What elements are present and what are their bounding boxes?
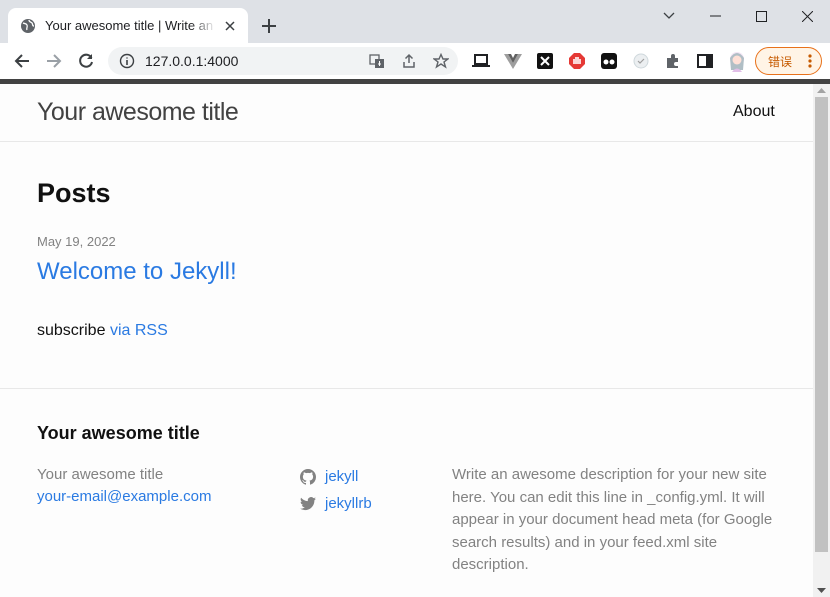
site-title[interactable]: Your awesome title <box>37 98 239 127</box>
adblock-icon[interactable] <box>568 52 586 70</box>
footer-contact: Your awesome title your-email@example.co… <box>37 464 211 508</box>
back-arrow-icon[interactable] <box>8 47 36 75</box>
star-icon[interactable] <box>433 53 449 69</box>
url-text: 127.0.0.1:4000 <box>145 53 239 69</box>
posts-heading: Posts <box>37 178 111 208</box>
social-list: jekyll jekyllrb <box>300 463 372 517</box>
info-icon[interactable] <box>119 53 135 69</box>
browser-toolbar: 127.0.0.1:4000 错误 <box>0 43 830 79</box>
error-button-label: 错误 <box>768 54 793 69</box>
forward-arrow-icon[interactable] <box>40 47 68 75</box>
minimize-icon[interactable] <box>692 0 738 32</box>
puzzle-icon[interactable] <box>664 52 682 70</box>
email-link[interactable]: your-email@example.com <box>37 486 211 508</box>
side-panel-icon[interactable] <box>696 52 714 70</box>
tab-strip: Your awesome title | Write an awesome de… <box>0 0 830 43</box>
tab-title: Your awesome title | Write an awesome de… <box>45 18 216 33</box>
scroll-down-icon[interactable] <box>817 588 826 593</box>
site-description: Write an awesome description for your ne… <box>452 466 773 573</box>
scrollbar-thumb[interactable] <box>815 97 828 552</box>
scroll-up-icon[interactable] <box>817 88 826 93</box>
footer-name: Your awesome title <box>37 466 164 483</box>
extension-x-icon[interactable] <box>536 52 554 70</box>
close-icon[interactable] <box>222 18 238 34</box>
rss-link[interactable]: via RSS <box>110 322 168 339</box>
reload-icon[interactable] <box>72 47 100 75</box>
site-footer: Your awesome title Your awesome title yo… <box>0 388 813 597</box>
twitter-link[interactable]: jekyllrb <box>325 495 372 512</box>
social-item-github[interactable]: jekyll <box>300 463 372 490</box>
twitter-icon <box>300 496 316 510</box>
nav-link-about[interactable]: About <box>733 103 775 121</box>
checked-extension-icon[interactable] <box>632 52 650 70</box>
github-icon <box>300 468 316 485</box>
footer-heading: Your awesome title <box>37 423 200 443</box>
browser-tab[interactable]: Your awesome title | Write an awesome de… <box>8 8 248 43</box>
subscribe-text: subscribe <box>37 322 106 339</box>
more-vert-icon <box>808 54 812 68</box>
laptop-icon[interactable] <box>472 52 490 70</box>
post-link[interactable]: Welcome to Jekyll! <box>37 258 237 286</box>
tampermonkey-icon[interactable] <box>600 52 618 70</box>
post-date: May 19, 2022 <box>37 234 116 249</box>
social-item-twitter[interactable]: jekyllrb <box>300 490 372 517</box>
scrollbar[interactable] <box>813 84 830 597</box>
translate-icon[interactable] <box>369 53 385 69</box>
plus-icon[interactable] <box>258 15 280 37</box>
chevron-down-icon[interactable] <box>646 0 692 32</box>
github-link[interactable]: jekyll <box>325 468 358 485</box>
globe-icon <box>21 18 35 33</box>
vue-devtools-icon[interactable] <box>504 52 522 70</box>
error-button[interactable]: 错误 <box>755 47 822 75</box>
site-header: Your awesome title About <box>0 84 813 142</box>
avatar[interactable] <box>727 50 747 72</box>
close-window-icon[interactable] <box>784 0 830 32</box>
maximize-icon[interactable] <box>738 0 784 32</box>
page-viewport: Your awesome title About Posts May 19, 2… <box>0 84 813 597</box>
share-icon[interactable] <box>401 53 417 69</box>
subscribe-line: subscribe via RSS <box>37 322 168 340</box>
